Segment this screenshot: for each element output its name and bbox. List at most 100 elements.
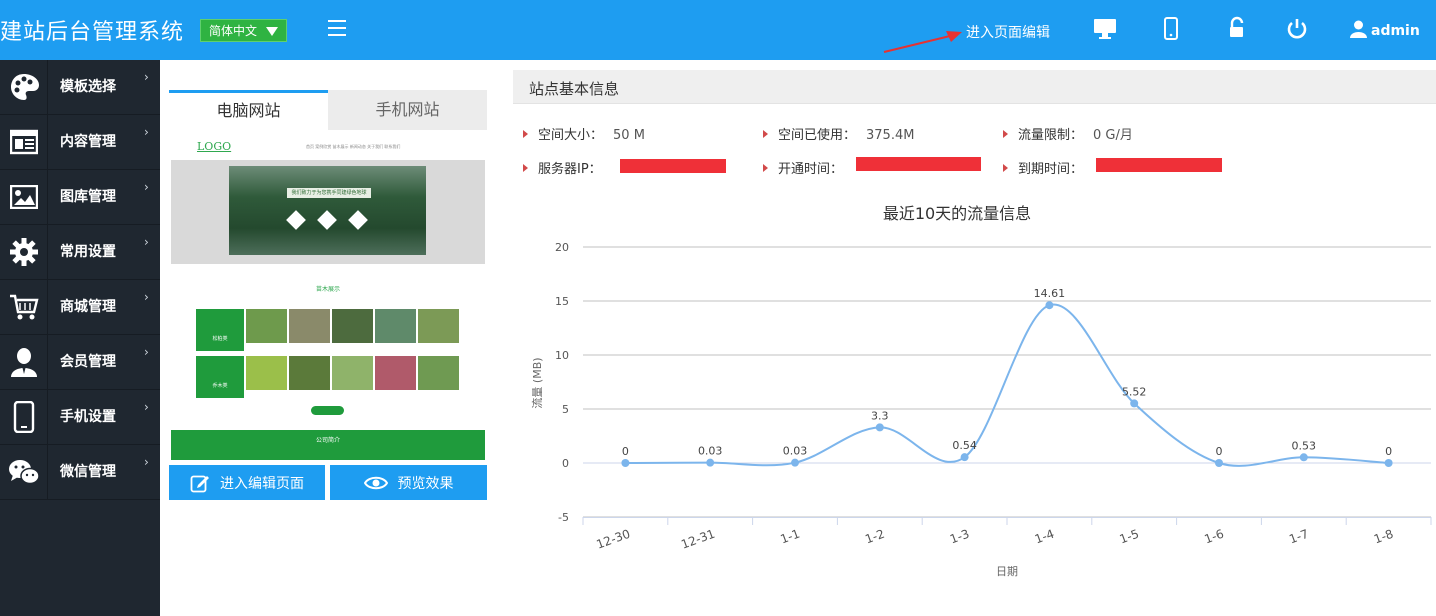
- redacted-server-ip: [620, 159, 726, 173]
- preview-thumb: [289, 309, 330, 343]
- chevron-right-icon: ›: [144, 345, 149, 359]
- username: admin: [1371, 23, 1420, 39]
- preview-category: 乔木类: [196, 356, 244, 398]
- bullet-icon: [763, 130, 768, 138]
- space-size-item: 空间大小： 50 M: [523, 124, 645, 143]
- site-info-title: 站点基本信息: [529, 80, 620, 98]
- palette-icon: [10, 74, 39, 100]
- server-ip-label: 服务器IP：: [538, 162, 602, 177]
- preview-banner: 我们致力于为您携手同建绿色地球: [171, 160, 485, 264]
- y-tick-label: 15: [555, 295, 569, 308]
- x-tick-label: 1-7: [1287, 527, 1310, 547]
- sidebar-item-template-select[interactable]: 模板选择 ›: [0, 60, 160, 115]
- document-icon: [9, 129, 38, 155]
- preview-diamond: [317, 210, 337, 230]
- data-point: [706, 458, 715, 467]
- site-preview-thumbnail[interactable]: LOGO 首页 案例欣赏 苗木展示 新闻动态 关于我们 联系我们 我们致力于为您…: [171, 134, 485, 460]
- chart-title: 最近10天的流量信息: [883, 204, 1031, 223]
- bullet-icon: [1003, 130, 1008, 138]
- redacted-expire-time: [1096, 158, 1222, 172]
- preview-diamond: [286, 210, 306, 230]
- wechat-icon: [8, 460, 40, 485]
- edit-icon: [190, 475, 209, 492]
- space-used-item: 空间已使用： 375.4M: [763, 124, 914, 143]
- chart-x-axis-label: 日期: [996, 565, 1018, 578]
- image-icon: [9, 185, 38, 209]
- x-tick-label: 1-3: [948, 527, 971, 547]
- preview-diamond: [348, 210, 368, 230]
- x-tick-label: 1-8: [1372, 527, 1395, 547]
- power-icon[interactable]: [1284, 16, 1310, 42]
- y-tick-label: 10: [555, 349, 569, 362]
- sidebar-item-gallery[interactable]: 图库管理 ›: [0, 170, 160, 225]
- user-menu[interactable]: admin: [1350, 20, 1420, 39]
- tab-mobile-site[interactable]: 手机网站: [328, 90, 487, 130]
- unlock-icon[interactable]: [1224, 16, 1250, 42]
- data-point: [621, 459, 630, 467]
- arrow-annotation-icon: [883, 31, 962, 53]
- user-icon: [1350, 20, 1367, 38]
- data-label: 14.61: [1034, 287, 1066, 300]
- space-used-value: 375.4M: [866, 128, 915, 143]
- eye-icon: [363, 476, 388, 489]
- server-ip-item: 服务器IP：: [523, 158, 602, 177]
- bullet-icon: [1003, 164, 1008, 172]
- data-label: 0: [1385, 445, 1392, 458]
- sidebar-item-label: 会员管理: [60, 354, 116, 370]
- data-point: [1384, 459, 1393, 467]
- sidebar-item-mobile[interactable]: 手机设置 ›: [0, 390, 160, 445]
- top-bar: 建站后台管理系统 简体中文 进入页面编辑 admin: [0, 0, 1436, 60]
- preview-thumb: [332, 356, 373, 390]
- enter-page-edit-link[interactable]: 进入页面编辑: [966, 22, 1050, 42]
- x-tick-label: 1-6: [1202, 527, 1225, 547]
- enter-edit-page-button[interactable]: 进入编辑页面: [169, 465, 325, 500]
- language-select[interactable]: 简体中文: [200, 19, 287, 42]
- sidebar-item-wechat[interactable]: 微信管理 ›: [0, 445, 160, 500]
- site-info-header: 站点基本信息: [513, 70, 1436, 104]
- data-label: 0.03: [698, 445, 723, 458]
- cart-icon: [9, 294, 39, 320]
- x-tick-label: 1-1: [778, 527, 801, 547]
- space-size-value: 50 M: [613, 128, 645, 143]
- enter-edit-page-label: 进入编辑页面: [220, 475, 304, 492]
- data-label: 0.54: [952, 439, 977, 452]
- brand-title: 建站后台管理系统: [0, 20, 185, 45]
- desktop-icon[interactable]: [1092, 16, 1118, 42]
- y-tick-label: -5: [558, 511, 569, 524]
- data-label: 0.53: [1292, 439, 1317, 452]
- data-label: 0: [1216, 445, 1223, 458]
- open-time-item: 开通时间：: [763, 158, 843, 177]
- sidebar-item-label: 手机设置: [60, 409, 116, 425]
- tab-desktop-site[interactable]: 电脑网站: [169, 90, 328, 130]
- y-tick-label: 5: [562, 403, 569, 416]
- preview-category: 松柏类: [196, 309, 244, 351]
- x-tick-label: 12-30: [595, 527, 633, 552]
- preview-thumb: [332, 309, 373, 343]
- sidebar-item-label: 微信管理: [60, 464, 116, 480]
- traffic-limit-label: 流量限制：: [1018, 128, 1084, 143]
- preview-effect-button[interactable]: 预览效果: [330, 465, 487, 500]
- sidebar-item-label: 常用设置: [60, 244, 116, 260]
- expire-time-item: 到期时间：: [1003, 158, 1083, 177]
- chevron-right-icon: ›: [144, 180, 149, 194]
- sidebar-item-members[interactable]: 会员管理 ›: [0, 335, 160, 390]
- data-point: [1299, 453, 1308, 462]
- mobile-icon[interactable]: [1158, 16, 1184, 42]
- chevron-right-icon: ›: [144, 455, 149, 469]
- preview-thumb: [375, 309, 416, 343]
- sidebar-item-shop[interactable]: 商城管理 ›: [0, 280, 160, 335]
- sidebar: 模板选择 › 内容管理 › 图库管理 › 常用设置 › 商城管理 › 会员管理 …: [0, 60, 160, 616]
- preview-product-row: 松柏类: [196, 309, 459, 351]
- traffic-chart: 最近10天的流量信息 流量 (MB) 日期 -5 0 5 10 15 20 12-30 12-…: [530, 204, 1432, 578]
- y-tick-label: 20: [555, 241, 569, 254]
- sidebar-item-content[interactable]: 内容管理 ›: [0, 115, 160, 170]
- sidebar-item-settings[interactable]: 常用设置 ›: [0, 225, 160, 280]
- redacted-open-time: [856, 157, 981, 171]
- x-tick-label: 1-4: [1033, 527, 1056, 547]
- traffic-limit-item: 流量限制： 0 G/月: [1003, 124, 1133, 143]
- phone-icon: [13, 401, 34, 433]
- preview-product-row: 乔木类: [196, 356, 459, 398]
- menu-toggle-icon[interactable]: [328, 20, 346, 36]
- preview-footer: 公司简介: [171, 430, 485, 460]
- x-tick-label: 1-5: [1118, 527, 1141, 547]
